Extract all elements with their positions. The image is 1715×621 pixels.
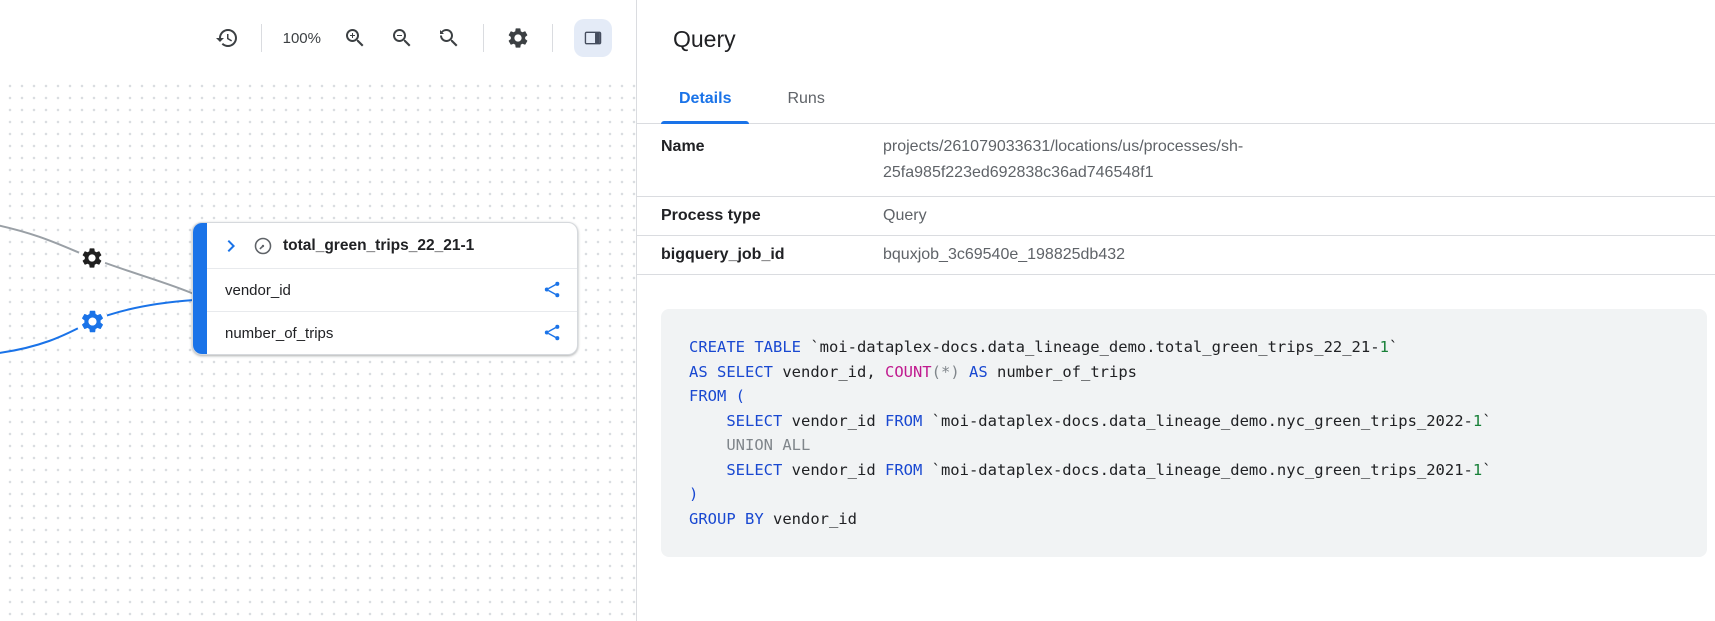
expand-chevron-icon: [219, 234, 243, 258]
graph-settings-button[interactable]: [505, 25, 531, 51]
detail-value: bquxjob_3c69540e_198825db432: [883, 236, 1125, 274]
side-panel-icon: [582, 27, 604, 49]
detail-label: Process type: [661, 197, 883, 235]
node-title: total_green_trips_22_21-1: [283, 237, 474, 255]
code-line: GROUP BY vendor_id: [689, 507, 1683, 532]
field-label: vendor_id: [225, 282, 541, 299]
detail-value: Query: [883, 197, 927, 235]
history-icon: [215, 26, 239, 50]
field-lineage-button[interactable]: [541, 279, 563, 301]
detail-row: Name projects/261079033631/locations/us/…: [637, 124, 1715, 197]
field-lineage-button[interactable]: [541, 322, 563, 344]
lineage-region: 100%: [0, 0, 636, 621]
expand-node-button[interactable]: [219, 234, 243, 258]
toolbar-divider: [552, 24, 553, 52]
lineage-icon: [542, 279, 563, 300]
side-panel-toggle-button[interactable]: [574, 19, 612, 57]
node-accent-bar: [193, 223, 207, 354]
settings-gear-icon: [506, 26, 530, 50]
toolbar-divider: [483, 24, 484, 52]
zoom-in-icon: [343, 26, 367, 50]
detail-value: projects/261079033631/locations/us/proce…: [883, 124, 1483, 196]
code-line: ): [689, 482, 1683, 507]
tab-label: Runs: [787, 90, 824, 107]
node-card-header: total_green_trips_22_21-1: [207, 223, 577, 269]
details-panel: Query Details Runs Name projects/2610790…: [636, 0, 1715, 621]
detail-row: Process type Query: [637, 197, 1715, 236]
details-table: Name projects/261079033631/locations/us/…: [637, 124, 1715, 275]
process-gear-icon: [80, 246, 104, 270]
node-card-body: total_green_trips_22_21-1 vendor_id numb…: [207, 223, 577, 354]
lineage-toolbar: 100%: [0, 0, 636, 76]
panel-title: Query: [673, 24, 1715, 54]
sql-code-block: CREATE TABLE `moi-dataplex-docs.data_lin…: [661, 309, 1707, 557]
node-field-row[interactable]: vendor_id: [207, 269, 577, 311]
zoom-reset-button[interactable]: [436, 25, 462, 51]
zoom-out-button[interactable]: [389, 25, 415, 51]
code-line: CREATE TABLE `moi-dataplex-docs.data_lin…: [689, 335, 1683, 360]
tab-runs[interactable]: Runs: [769, 80, 842, 123]
zoom-reset-icon: [437, 26, 461, 50]
code-line: FROM (: [689, 384, 1683, 409]
detail-label: bigquery_job_id: [661, 236, 883, 274]
lineage-icon: [542, 322, 563, 343]
sql-code: CREATE TABLE `moi-dataplex-docs.data_lin…: [689, 335, 1683, 531]
lineage-canvas[interactable]: total_green_trips_22_21-1 vendor_id numb…: [0, 76, 636, 621]
detail-label: Name: [661, 124, 883, 170]
tabs: Details Runs: [637, 80, 1715, 124]
history-button[interactable]: [214, 25, 240, 51]
tab-label: Details: [679, 90, 731, 107]
code-line: UNION ALL: [689, 433, 1683, 458]
zoom-out-icon: [390, 26, 414, 50]
tab-details[interactable]: Details: [661, 80, 749, 123]
code-line: AS SELECT vendor_id, COUNT(*) AS number_…: [689, 360, 1683, 385]
process-gear-icon: [79, 308, 106, 335]
process-node-gear[interactable]: [78, 244, 106, 272]
selected-process-node-gear[interactable]: [76, 305, 108, 337]
node-field-row[interactable]: number_of_trips: [207, 311, 577, 354]
zoom-level-label: 100%: [283, 30, 321, 47]
zoom-in-button[interactable]: [342, 25, 368, 51]
code-line: SELECT vendor_id FROM `moi-dataplex-docs…: [689, 409, 1683, 434]
detail-row: bigquery_job_id bquxjob_3c69540e_198825d…: [637, 236, 1715, 275]
table-icon: [252, 235, 274, 257]
toolbar-divider: [261, 24, 262, 52]
table-node-card[interactable]: total_green_trips_22_21-1 vendor_id numb…: [192, 222, 578, 355]
field-label: number_of_trips: [225, 325, 541, 342]
code-line: SELECT vendor_id FROM `moi-dataplex-docs…: [689, 458, 1683, 483]
